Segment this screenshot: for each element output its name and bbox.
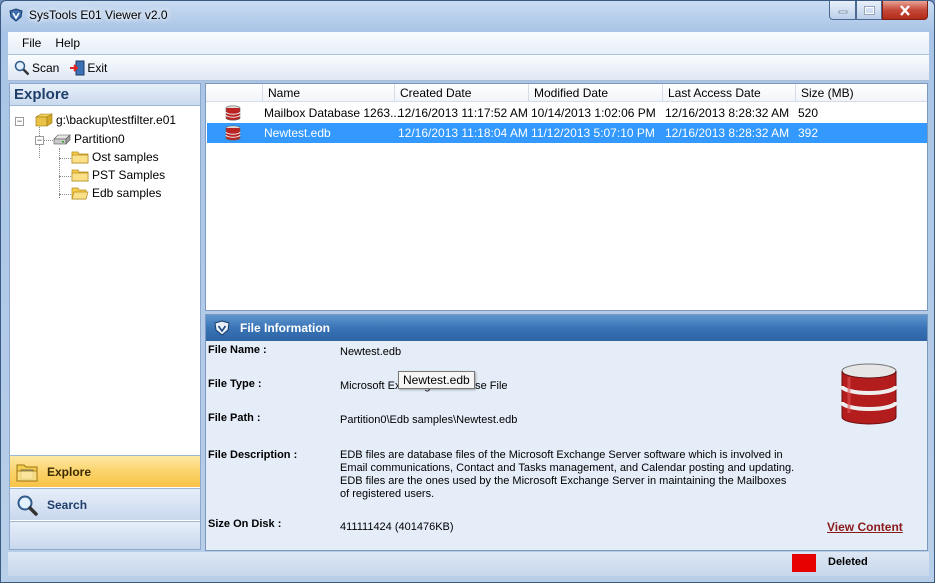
- row-modified: 10/14/2013 1:02:06 PM: [531, 106, 656, 120]
- row-created: 12/16/2013 11:18:04 AM: [398, 126, 528, 140]
- status-bar: Deleted: [8, 552, 929, 576]
- app-window: SysTools E01 Viewer v2.0 File Help Scan: [0, 0, 935, 583]
- tree-root-label: g:\backup\testfilter.e01: [56, 113, 177, 127]
- exit-icon: [70, 60, 85, 75]
- column-header-created[interactable]: Created Date: [394, 84, 528, 102]
- tree-folder-label: Ost samples: [92, 150, 159, 164]
- explore-folder-icon: [16, 464, 38, 481]
- deleted-legend-label: Deleted: [828, 556, 868, 568]
- file-list: Name Created Date Modified Date Last Acc…: [205, 83, 928, 311]
- file-description-label: File Description :: [208, 449, 298, 461]
- row-name: Newtest.edb: [264, 126, 331, 140]
- row-accessed: 12/16/2013 8:28:32 AM: [665, 106, 790, 120]
- tree-node-pst-samples[interactable]: PST Samples: [71, 168, 165, 182]
- column-header-last-access[interactable]: Last Access Date: [662, 84, 795, 102]
- column-header-name[interactable]: Name: [262, 84, 394, 102]
- open-folder-icon: [71, 187, 89, 200]
- magnifier-icon: [14, 60, 30, 75]
- window-title: SysTools E01 Viewer v2.0: [29, 8, 168, 22]
- folder-icon: [71, 151, 89, 164]
- file-information-title: File Information: [240, 321, 330, 335]
- maximize-button[interactable]: [856, 1, 882, 20]
- tree-folder-label: PST Samples: [92, 168, 166, 182]
- size-on-disk-value: 411111424 (401476KB): [340, 521, 454, 533]
- size-on-disk-label: Size On Disk :: [208, 518, 282, 530]
- file-information-header: File Information: [206, 315, 927, 341]
- file-list-header: Name Created Date Modified Date Last Acc…: [206, 84, 927, 102]
- tree-connector: [59, 194, 71, 195]
- file-name-label: File Name :: [208, 344, 267, 356]
- row-size: 392: [798, 126, 819, 140]
- deleted-color-swatch: [792, 554, 816, 572]
- database-icon: [225, 105, 241, 121]
- row-name: Mailbox Database 1263...: [264, 106, 401, 120]
- tree-folder-label: Edb samples: [92, 186, 162, 200]
- explore-nav-label: Explore: [47, 464, 92, 479]
- file-description-value: EDB files are database files of the Micr…: [340, 449, 795, 500]
- exit-button[interactable]: Exit: [65, 60, 111, 76]
- column-header-size[interactable]: Size (MB): [795, 84, 927, 102]
- file-name-tooltip: Newtest.edb: [398, 371, 475, 389]
- explore-header: Explore: [10, 84, 200, 106]
- scan-label: Scan: [32, 60, 60, 75]
- tree-node-ost-samples[interactable]: Ost samples: [71, 150, 159, 164]
- tree-collapse-toggle[interactable]: −: [15, 117, 24, 126]
- app-logo-icon: [9, 8, 23, 22]
- view-content-link[interactable]: View Content: [827, 520, 903, 534]
- tree-connector: [59, 148, 60, 198]
- menu-help[interactable]: Help: [49, 36, 88, 50]
- tree-partition-label: Partition0: [74, 132, 125, 146]
- toolbar: Scan Exit: [8, 55, 929, 81]
- menu-bar: File Help: [8, 32, 929, 54]
- search-icon: [17, 495, 38, 516]
- explore-nav-button[interactable]: Explore: [10, 455, 200, 487]
- database-large-icon: [840, 363, 898, 425]
- column-header-icon[interactable]: [206, 84, 262, 102]
- minimize-icon: [838, 10, 847, 14]
- folder-tree: − g:\backup\testfilter.e01 − Partition0: [10, 106, 200, 450]
- table-row[interactable]: Mailbox Database 1263... 12/16/2013 11:1…: [207, 103, 927, 123]
- title-bar: SysTools E01 Viewer v2.0: [1, 1, 934, 31]
- file-information-panel: File Information File Name : Newtest.edb…: [205, 314, 928, 551]
- minimize-button[interactable]: [829, 1, 856, 20]
- file-path-value: Partition0\Edb samples\Newtest.edb: [340, 414, 518, 426]
- tree-node-edb-samples[interactable]: Edb samples: [71, 186, 161, 200]
- maximize-icon: [863, 5, 875, 15]
- tree-collapse-toggle[interactable]: −: [35, 136, 44, 145]
- menu-file[interactable]: File: [8, 36, 49, 50]
- exit-label: Exit: [87, 60, 108, 75]
- row-created: 12/16/2013 11:17:52 AM: [398, 106, 528, 120]
- systools-logo-icon: [214, 320, 230, 336]
- database-icon: [225, 125, 241, 141]
- file-name-value: Newtest.edb: [340, 346, 402, 358]
- table-row-selected[interactable]: Newtest.edb 12/16/2013 11:18:04 AM 11/12…: [207, 123, 927, 143]
- drive-icon: [53, 134, 71, 145]
- folder-icon: [71, 169, 89, 182]
- close-button[interactable]: [882, 1, 928, 20]
- nav-footer: [10, 521, 200, 549]
- scan-button[interactable]: Scan: [10, 60, 63, 76]
- search-nav-button[interactable]: Search: [10, 488, 200, 520]
- disk-image-icon: [35, 113, 53, 127]
- explore-panel: Explore − g:\backup\testfilter.e01 − Par…: [9, 83, 201, 550]
- row-size: 520: [798, 106, 819, 120]
- file-type-label: File Type :: [208, 378, 262, 390]
- window-controls: [829, 1, 928, 20]
- row-accessed: 12/16/2013 8:28:32 AM: [665, 126, 790, 140]
- close-icon: [900, 4, 910, 16]
- search-nav-label: Search: [47, 497, 88, 512]
- file-path-label: File Path :: [208, 412, 261, 424]
- tree-node-root[interactable]: g:\backup\testfilter.e01: [35, 113, 176, 127]
- column-header-modified[interactable]: Modified Date: [528, 84, 662, 102]
- row-modified: 11/12/2013 5:07:10 PM: [531, 126, 655, 140]
- tree-connector: [59, 176, 71, 177]
- tree-node-partition[interactable]: Partition0: [53, 132, 125, 146]
- tree-connector: [59, 158, 71, 159]
